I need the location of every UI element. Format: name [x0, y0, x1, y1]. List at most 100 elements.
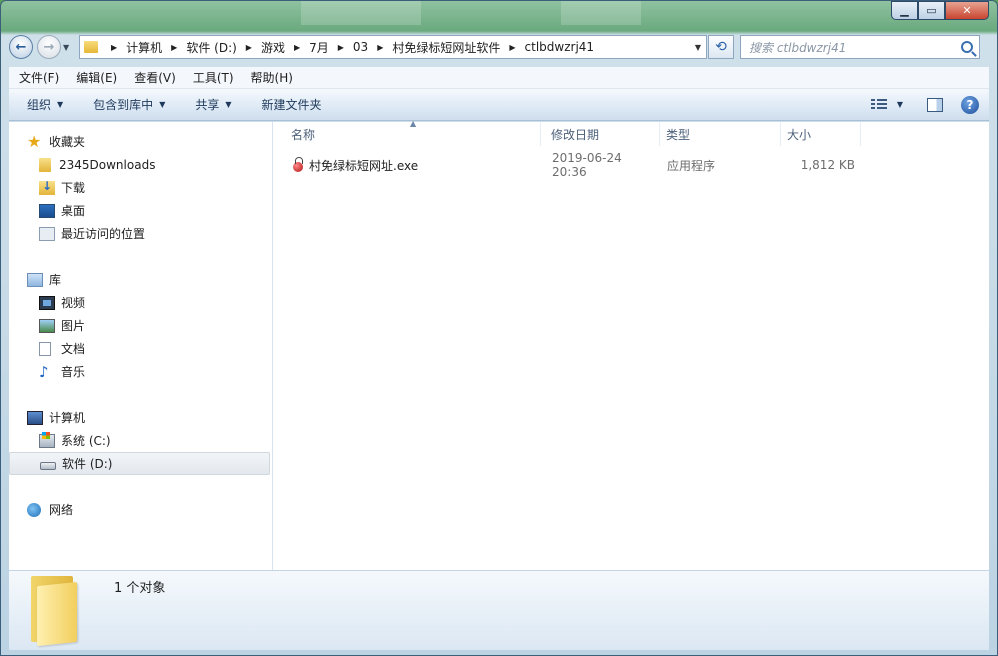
sidebar-item-pictures[interactable]: 图片 — [9, 314, 272, 337]
column-label: 名称 — [291, 127, 316, 142]
breadcrumb-separator[interactable]: ▶ — [246, 43, 252, 52]
menu-view[interactable]: 查看(V) — [124, 69, 183, 86]
file-list[interactable]: ▲ 名称 修改日期 类型 大小 村免绿标短网址.exe 2019-06-24 2… — [273, 119, 989, 570]
search-icon[interactable] — [961, 41, 973, 53]
breadcrumb-separator[interactable]: ▶ — [294, 43, 300, 52]
forward-button[interactable]: → — [37, 35, 61, 59]
recent-places-icon — [39, 226, 55, 241]
preview-pane-icon[interactable] — [927, 97, 943, 112]
sidebar-label: 收藏夹 — [49, 135, 86, 149]
refresh-button[interactable]: ⟲ — [708, 35, 734, 59]
sidebar-item-documents[interactable]: 文档 — [9, 337, 272, 360]
sidebar-label: 桌面 — [61, 204, 86, 218]
address-dropdown[interactable]: ▼ — [690, 43, 706, 52]
drive-icon — [40, 461, 56, 470]
refresh-icon: ⟲ — [715, 39, 727, 55]
breadcrumb-item[interactable]: 计算机 — [126, 39, 162, 56]
breadcrumb: 计算机 ▶ 软件 (D:) ▶ 游戏 ▶ 7月 ▶ 03 ▶ 村免绿标短网址软件… — [126, 39, 594, 56]
share-button[interactable]: 共享 ▼ — [177, 96, 243, 113]
computer-icon — [27, 410, 43, 425]
menu-tools[interactable]: 工具(T) — [183, 69, 241, 86]
sidebar-label: 图片 — [61, 319, 86, 333]
column-label: 大小 — [787, 127, 812, 142]
address-bar[interactable]: ▶ 计算机 ▶ 软件 (D:) ▶ 游戏 ▶ 7月 ▶ 03 ▶ 村免绿标短网址… — [79, 35, 707, 59]
chevron-down-icon: ▼ — [57, 100, 64, 109]
help-icon[interactable]: ? — [961, 95, 979, 114]
system-drive-icon — [39, 431, 55, 448]
include-in-library-button[interactable]: 包含到库中 ▼ — [75, 96, 177, 113]
sidebar-item-drive-c[interactable]: 系统 (C:) — [9, 429, 272, 452]
breadcrumb-item[interactable]: ctlbdwzrj41 — [525, 40, 595, 54]
breadcrumb-item[interactable]: 7月 — [309, 39, 329, 56]
sidebar-item-videos[interactable]: 视频 — [9, 291, 272, 314]
recent-pages-dropdown[interactable]: ▼ — [63, 43, 75, 52]
details-pane: 1 个对象 — [9, 570, 989, 650]
chevron-down-icon: ▼ — [225, 100, 232, 109]
column-header-date[interactable]: 修改日期 — [541, 122, 660, 146]
view-dropdown-icon[interactable]: ▼ — [897, 100, 903, 109]
breadcrumb-separator[interactable]: ▶ — [377, 43, 383, 52]
minimize-button[interactable]: ▁ — [891, 1, 918, 20]
star-icon: ★ — [27, 131, 42, 151]
sidebar-label: 2345Downloads — [59, 157, 156, 172]
column-header-name[interactable]: 名称 — [273, 122, 541, 146]
file-row[interactable]: 村免绿标短网址.exe 2019-06-24 20:36 应用程序 1,812 … — [273, 151, 989, 179]
file-type: 应用程序 — [667, 158, 716, 173]
chevron-down-icon: ▼ — [159, 100, 166, 109]
music-note-icon: ♪ — [39, 362, 49, 381]
breadcrumb-separator[interactable]: ▶ — [509, 43, 515, 52]
include-in-library-label: 包含到库中 — [93, 98, 154, 112]
organize-button[interactable]: 组织 ▼ — [9, 96, 75, 113]
sidebar-item-recent-places[interactable]: 最近访问的位置 — [9, 222, 272, 245]
breadcrumb-separator[interactable]: ▶ — [111, 43, 117, 52]
column-header-type[interactable]: 类型 — [660, 122, 781, 146]
breadcrumb-item[interactable]: 软件 (D:) — [186, 39, 236, 56]
sidebar-label: 最近访问的位置 — [61, 227, 146, 241]
breadcrumb-item[interactable]: 03 — [353, 40, 368, 54]
explorer-window: ▁ ▭ ✕ ← → ▼ ▶ 计算机 ▶ 软件 (D:) ▶ 游戏 ▶ 7月 ▶ … — [0, 0, 998, 656]
navigation-pane[interactable]: ★ 收藏夹 2345Downloads 下载 桌面 最近访问的位置 — [9, 122, 273, 570]
video-icon — [39, 295, 55, 310]
search-input[interactable]: 搜索 ctlbdwzrj41 — [749, 39, 961, 56]
forward-arrow-icon: → — [43, 39, 55, 55]
sidebar-label: 计算机 — [49, 411, 86, 425]
sidebar-item-music[interactable]: ♪ 音乐 — [9, 360, 272, 383]
back-button[interactable]: ← — [9, 35, 33, 59]
change-view-icon[interactable] — [870, 98, 887, 111]
menu-help[interactable]: 帮助(H) — [241, 69, 300, 86]
back-arrow-icon: ← — [15, 39, 27, 55]
organize-label: 组织 — [27, 98, 52, 112]
breadcrumb-separator[interactable]: ▶ — [338, 43, 344, 52]
download-folder-icon — [39, 179, 55, 195]
sidebar-computer[interactable]: 计算机 — [9, 406, 272, 429]
search-box[interactable]: 搜索 ctlbdwzrj41 — [740, 35, 980, 59]
menu-file[interactable]: 文件(F) — [9, 69, 66, 86]
new-folder-button[interactable]: 新建文件夹 — [244, 96, 334, 113]
close-button[interactable]: ✕ — [945, 1, 989, 20]
sidebar-item-downloads[interactable]: 下载 — [9, 176, 272, 199]
command-bar: 组织 ▼ 包含到库中 ▼ 共享 ▼ 新建文件夹 ▼ ? — [9, 89, 989, 121]
sidebar-label: 软件 (D:) — [62, 457, 113, 471]
sidebar-label: 视频 — [61, 296, 86, 310]
network-icon — [27, 502, 41, 517]
file-name: 村免绿标短网址.exe — [309, 158, 419, 173]
content-area: ★ 收藏夹 2345Downloads 下载 桌面 最近访问的位置 — [9, 119, 989, 570]
desktop-icon — [39, 203, 55, 218]
sidebar-item-2345downloads[interactable]: 2345Downloads — [9, 153, 272, 176]
sidebar-item-drive-d[interactable]: 软件 (D:) — [9, 452, 270, 475]
sidebar-item-desktop[interactable]: 桌面 — [9, 199, 272, 222]
library-icon — [27, 272, 43, 287]
breadcrumb-separator[interactable]: ▶ — [171, 43, 177, 52]
breadcrumb-item[interactable]: 村免绿标短网址软件 — [392, 39, 500, 56]
sidebar-favorites[interactable]: ★ 收藏夹 — [9, 130, 272, 153]
column-header-size[interactable]: 大小 — [781, 122, 861, 146]
maximize-button[interactable]: ▭ — [918, 1, 945, 20]
new-folder-label: 新建文件夹 — [261, 98, 322, 112]
file-date: 2019-06-24 20:36 — [552, 151, 622, 179]
sidebar-network[interactable]: 网络 — [9, 498, 272, 521]
menu-edit[interactable]: 编辑(E) — [66, 69, 124, 86]
application-icon — [291, 157, 305, 173]
sidebar-libraries[interactable]: 库 — [9, 268, 272, 291]
background-tab — [561, 1, 641, 25]
breadcrumb-item[interactable]: 游戏 — [261, 39, 285, 56]
